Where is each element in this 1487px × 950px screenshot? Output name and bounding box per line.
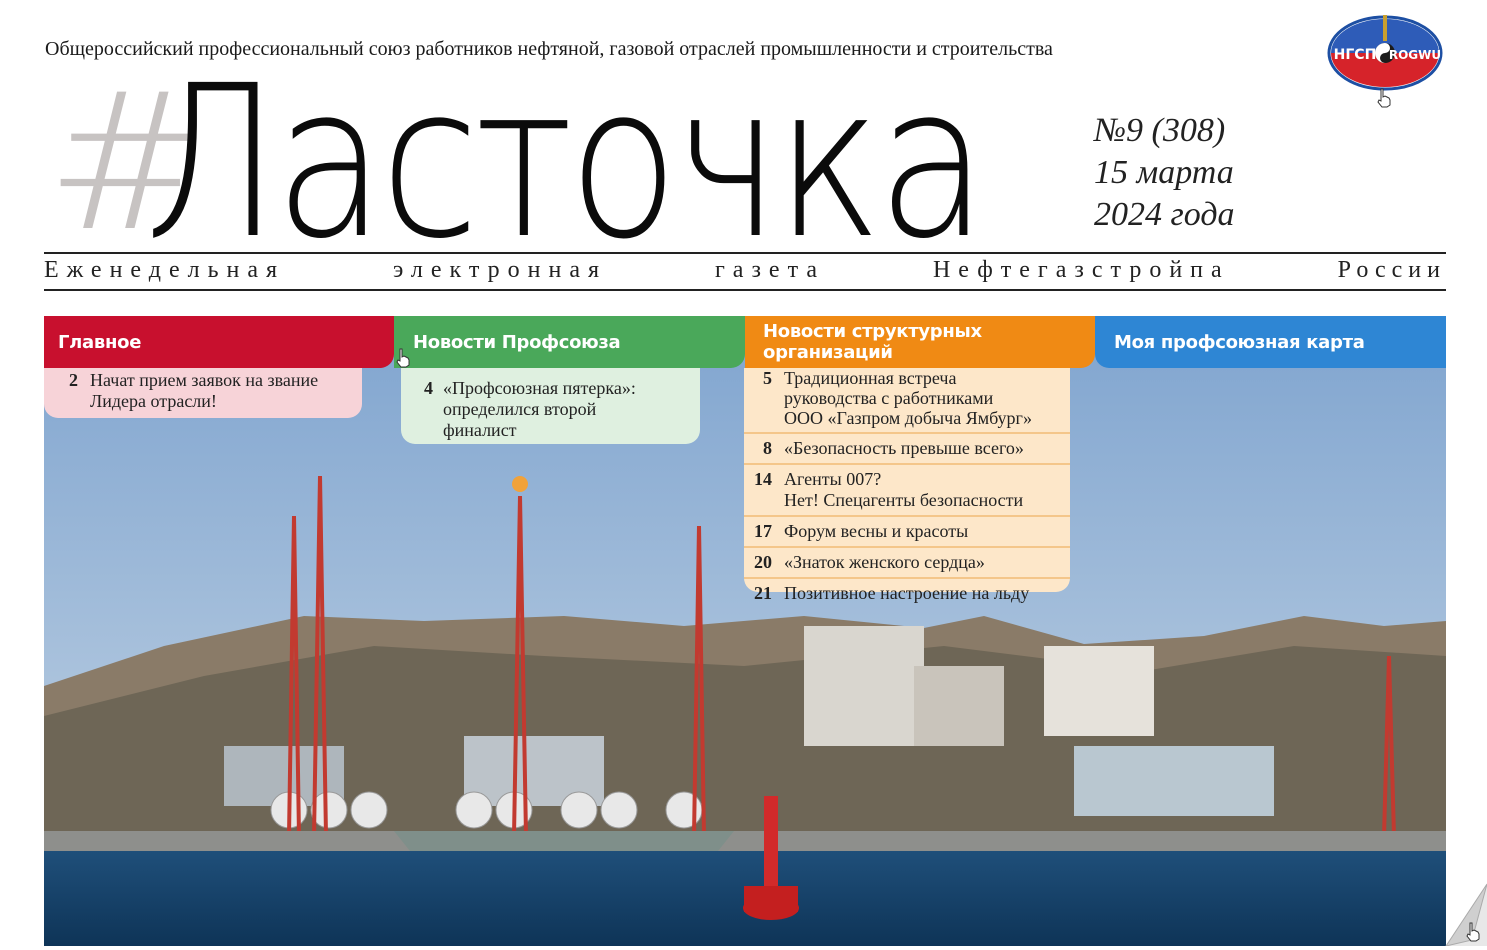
article-title: Позитивное настроение на льду [784, 583, 1030, 603]
tab-union-news[interactable]: Новости Профсоюза [394, 316, 745, 368]
article-title: Лидера отрасли! [90, 391, 217, 411]
tab-org-news[interactable]: Новости структурных организаций [745, 316, 1095, 368]
issue-number: №9 (308) [1094, 112, 1226, 149]
issue-date-line2: 2024 года [1094, 196, 1235, 233]
list-item[interactable]: 4 «Профсоюзная пятерка»: определился вто… [401, 378, 700, 441]
tab-union-card[interactable]: Моя профсоюзная карта [1095, 316, 1446, 368]
article-title: «Безопасность превыше всего» [784, 438, 1024, 458]
hand-cursor-icon [395, 348, 411, 368]
list-item[interactable]: 17 Форум весны и красоты [744, 517, 1070, 548]
list-item[interactable]: 5 Традиционная встреча руководства с раб… [744, 368, 1070, 434]
list-item[interactable]: 8 «Безопасность превыше всего» [744, 434, 1070, 465]
page-number: 17 [754, 521, 772, 541]
tagline-word: электронная [393, 257, 608, 283]
tab-label: Новости структурных организаций [763, 321, 982, 363]
page-number: 5 [763, 368, 772, 388]
article-title: финалист [443, 420, 517, 440]
issue-info: №9 (308) 15 марта 2024 года [1094, 110, 1235, 236]
article-title: ООО «Газпром добыча Ямбург» [784, 408, 1032, 428]
masthead-title: Ласточка [144, 40, 988, 285]
article-title: «Профсоюзная пятерка»: [443, 378, 636, 398]
tagline-word: России [1337, 257, 1446, 283]
union-logo[interactable]: НГСП ROGWU [1327, 15, 1443, 91]
tab-label: Главное [58, 331, 142, 353]
union-news-panel: 4 «Профсоюзная пятерка»: определился вто… [401, 368, 700, 444]
bottom-rule [44, 289, 1446, 291]
logo-text-right: ROGWU [1389, 48, 1441, 62]
page-number: 21 [754, 583, 772, 603]
tagline-word: Нефтегазстройпа [932, 257, 1230, 283]
page-number: 20 [754, 552, 772, 572]
article-title: Нет! Спецагенты безопасности [784, 490, 1024, 510]
tab-label: Моя профсоюзная карта [1114, 331, 1365, 353]
article-title: Агенты 007? [784, 469, 882, 489]
page-number: 2 [69, 370, 78, 390]
list-item[interactable]: 20 «Знаток женского сердца» [744, 548, 1070, 579]
tagline: Еженедельная электронная газета Нефтегаз… [44, 257, 1446, 287]
tagline-word: газета [714, 257, 826, 283]
tagline-word: Еженедельная [44, 257, 286, 283]
page-number: 8 [763, 438, 772, 458]
article-title: Традиционная встреча [784, 368, 957, 388]
article-title: определился второй [443, 399, 597, 419]
logo-text-left: НГСП [1334, 47, 1377, 63]
article-title: «Знаток женского сердца» [784, 552, 985, 572]
article-title: Форум весны и красоты [784, 521, 969, 541]
org-news-panel: 5 Традиционная встреча руководства с раб… [744, 368, 1070, 603]
tab-label: Новости Профсоюза [413, 331, 621, 353]
hand-cursor-icon [1465, 922, 1481, 942]
tab-main[interactable]: Главное [44, 316, 394, 368]
section-tabs: Главное Новости Профсоюза Новости структ… [44, 316, 1446, 368]
issue-date-line1: 15 марта [1094, 154, 1234, 191]
page-number: 14 [754, 469, 772, 489]
page-number: 4 [424, 378, 433, 398]
article-title: Начат прием заявок на звание [90, 370, 319, 390]
list-item[interactable]: 2 Начат прием заявок на звание Лидера от… [52, 370, 362, 412]
main-panel: 2 Начат прием заявок на звание Лидера от… [44, 368, 362, 418]
hand-cursor-icon [1376, 88, 1392, 108]
top-rule [44, 252, 1446, 254]
article-title: руководства с работниками [784, 388, 994, 408]
list-item[interactable]: 21 Позитивное настроение на льду [744, 579, 1070, 608]
list-item[interactable]: 14 Агенты 007? Нет! Спецагенты безопасно… [744, 465, 1070, 517]
